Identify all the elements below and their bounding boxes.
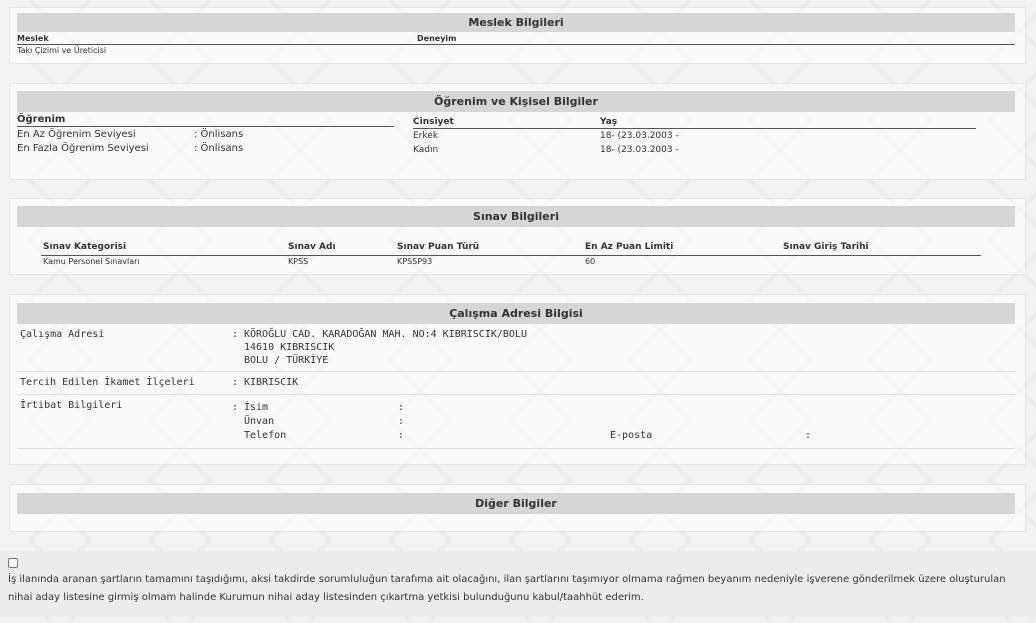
en-az-puan-header: En Az Puan Limiti: [585, 242, 674, 252]
tercih-label: Tercih Edilen İkamet İlçeleri: [20, 377, 195, 388]
meslek-value: Takı Çizimi ve Üreticisi: [17, 46, 107, 55]
irtibat-separator: [17, 448, 1015, 449]
tercih-separator: [17, 394, 1015, 395]
address-separator: [17, 371, 1015, 372]
address-line: BOLU / TÜRKİYE: [244, 355, 329, 366]
sinav-puan-turu-header: Sınav Puan Türü: [397, 242, 480, 252]
tercih-value: KIBRISCIK: [244, 377, 299, 388]
declaration-section: İş ilanında aranan şartların tamamını ta…: [0, 551, 1036, 617]
sinav-kategorisi-value: Kamu Personel Sınavları: [43, 257, 140, 266]
address-line: 14610 KIBRISCIK: [244, 342, 335, 353]
ogrenim-header-rule: [17, 126, 394, 127]
deneyim-column-header: Deneyim: [417, 34, 457, 43]
ogrenim-panel: Öğrenim ve Kişisel Bilgiler Öğrenim En A…: [9, 83, 1026, 180]
adres-panel: Çalışma Adresi Bilgisi Çalışma Adresi : …: [9, 294, 1026, 465]
unvan-colon: :: [398, 416, 405, 427]
declaration-checkbox[interactable]: [8, 558, 18, 568]
irtibat-colon: :: [232, 402, 239, 413]
sinav-adi-header: Sınav Adı: [288, 242, 336, 252]
sinav-header-rule: [41, 255, 981, 256]
meslek-title: Meslek Bilgileri: [17, 13, 1015, 32]
meslek-header-rule: [17, 44, 1015, 45]
min-education-label: En Az Öğrenim Seviyesi: [17, 129, 136, 140]
diger-panel: Diğer Bilgiler: [9, 484, 1026, 532]
yas-value: 18- (23.03.2003 -: [600, 145, 679, 155]
max-education-value: : Önlisans: [194, 143, 244, 154]
telefon-label: Telefon: [244, 430, 287, 441]
ogrenim-column-header: Öğrenim: [17, 114, 66, 125]
calisma-adresi-label: Çalışma Adresi: [20, 329, 105, 340]
ogrenim-title: Öğrenim ve Kişisel Bilgiler: [17, 91, 1015, 112]
cinsiyet-value: Erkek: [413, 131, 439, 141]
calisma-adresi-colon: :: [232, 329, 239, 340]
sinav-kategorisi-header: Sınav Kategorisi: [43, 242, 127, 252]
eposta-colon: :: [805, 430, 812, 441]
sinav-panel: Sınav Bilgileri Sınav Kategorisi Sınav A…: [9, 198, 1026, 275]
cinsiyet-column-header: Cinsiyet: [413, 117, 454, 127]
en-az-puan-value: 60: [585, 257, 596, 266]
yas-value: 18- (23.03.2003 -: [600, 131, 679, 141]
sinav-adi-value: KPSS: [288, 257, 309, 266]
yas-column-header: Yaş: [600, 117, 618, 127]
tercih-colon: :: [232, 377, 239, 388]
cinsiyet-value: Kadın: [413, 145, 439, 155]
sinav-title: Sınav Bilgileri: [17, 206, 1015, 227]
irtibat-label: İrtibat Bilgileri: [20, 400, 123, 411]
sinav-giris-tarihi-header: Sınav Giriş Tarihi: [783, 242, 869, 252]
telefon-colon: :: [398, 430, 405, 441]
cinsiyet-header-rule: [413, 128, 976, 129]
min-education-value: : Önlisans: [194, 129, 244, 140]
isim-colon: :: [398, 402, 405, 413]
address-line: KÖROĞLU CAD. KARADOĞAN MAH. NO:4 KIBRISC…: [244, 329, 527, 340]
max-education-label: En Fazla Öğrenim Seviyesi: [17, 143, 149, 154]
unvan-label: Ünvan: [244, 416, 275, 427]
declaration-text: İş ilanında aranan şartların tamamını ta…: [8, 574, 1006, 603]
meslek-column-header: Meslek: [17, 34, 49, 43]
sinav-puan-turu-value: KPSSP93: [397, 257, 433, 266]
meslek-panel: Meslek Bilgileri Meslek Deneyim Takı Çiz…: [9, 7, 1026, 64]
eposta-label: E-posta: [610, 430, 653, 441]
diger-title: Diğer Bilgiler: [17, 493, 1015, 514]
adres-title: Çalışma Adresi Bilgisi: [17, 303, 1015, 324]
isim-label: İsim: [244, 402, 269, 413]
